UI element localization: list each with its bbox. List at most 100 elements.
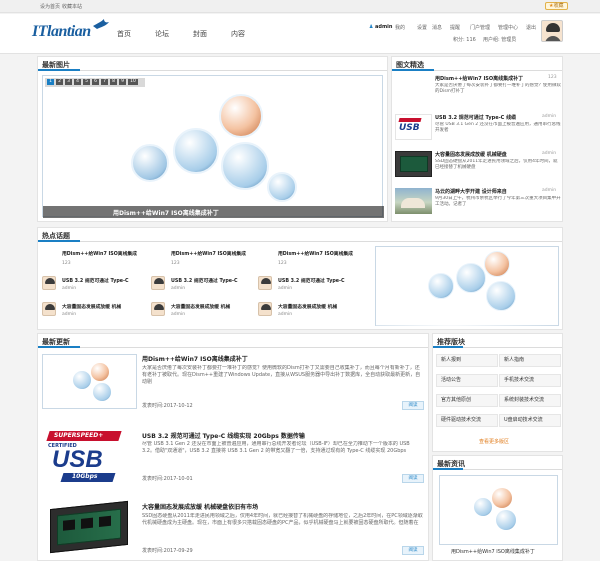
nav-home[interactable]: 首页: [117, 29, 131, 39]
slide-page-3[interactable]: 3: [65, 79, 72, 85]
link-logout[interactable]: 退出: [526, 24, 536, 31]
link-admin-center[interactable]: 管理中心: [498, 24, 518, 31]
hot-topic-title[interactable]: 大容量固态发展成放缓 机械: [62, 303, 157, 310]
bubble-icon: [267, 172, 297, 202]
hot-topic-meta: admin: [171, 286, 186, 291]
featured-thumb[interactable]: [395, 188, 432, 214]
avatar[interactable]: [258, 276, 272, 290]
more-forums-link[interactable]: 查看更多版区: [479, 438, 509, 445]
link-settings[interactable]: 设置: [417, 24, 427, 31]
slide-caption[interactable]: 用Dism++给Win7 ISO离线集成补丁: [113, 208, 219, 217]
slide-page-4[interactable]: 4: [74, 79, 81, 85]
slide-page-2[interactable]: 2: [56, 79, 63, 85]
update-desc: SSD固态硬盘从2011年走进民用领域之后，仅用4年时间，就已经接替了机械硬盘的…: [142, 513, 423, 526]
update-date: 发表时间:2017-09-29: [142, 548, 193, 554]
hot-topic-meta: admin: [171, 312, 186, 317]
update-title[interactable]: USB 3.2 规范可通过 Type-C 线缆实现 20Gbps 数据传输: [142, 431, 305, 440]
latest-info-panel: 最新资讯 用Dism++给Win7 ISO离线集成补丁: [432, 455, 563, 561]
slide-page-5[interactable]: 5: [83, 79, 90, 85]
top-bar: 设为首页 收藏本站 ★收藏: [0, 0, 600, 13]
featured-thumb[interactable]: [395, 151, 432, 177]
hot-topic-title[interactable]: 大容量固态发展成放缓 机械: [171, 303, 266, 310]
read-button[interactable]: 阅读: [402, 546, 424, 555]
hot-topic-meta: admin: [278, 286, 293, 291]
hot-topics-banner[interactable]: [375, 246, 560, 327]
hot-topic-title[interactable]: USB 3.2 规范可通过 Type-C: [171, 277, 266, 284]
forum-tag[interactable]: 活动公告: [436, 374, 498, 387]
slide-page-9[interactable]: 9: [119, 79, 126, 85]
avatar[interactable]: [151, 302, 165, 316]
hot-topic-title[interactable]: 大容量固态发展成放缓 机械: [278, 303, 373, 310]
featured-item-meta: admin: [542, 188, 557, 193]
read-button[interactable]: 阅读: [402, 401, 424, 410]
set-home-link[interactable]: 设为首页: [40, 3, 60, 10]
update-thumb[interactable]: [42, 497, 137, 557]
link-portal-admin[interactable]: 门户管理: [470, 24, 490, 31]
header: ITlantian 首页 论坛 封面 内容 ♟ admin 我的 设置 消息 提…: [0, 14, 600, 54]
slide-page-6[interactable]: 6: [92, 79, 99, 85]
hot-topic-title[interactable]: 用Dism++给Win7 ISO离线集成: [278, 250, 373, 257]
username[interactable]: admin: [375, 24, 392, 30]
latest-info-caption[interactable]: 用Dism++给Win7 ISO离线集成补丁: [451, 548, 535, 555]
bubble-icon: [131, 144, 169, 182]
slide-page-8[interactable]: 8: [110, 79, 117, 85]
link-mine[interactable]: 我的: [395, 24, 405, 31]
hot-topic-title[interactable]: 用Dism++给Win7 ISO离线集成: [171, 250, 279, 257]
forum-tag[interactable]: 硬件驱动技术交流: [436, 414, 498, 427]
forum-tag[interactable]: 手机技术交流: [499, 374, 561, 387]
bird-logo-icon: [93, 19, 109, 29]
favorite-link[interactable]: 收藏本站: [62, 3, 82, 10]
user-group[interactable]: 用户组: 管理员: [483, 36, 516, 43]
featured-item-desc: 9月30日上午，杭州市余杭区举行了今年第三次重大项目集中开工活动。记者了: [435, 196, 561, 207]
featured-item-title[interactable]: 马云的湖畔大学开建 设计师来自: [435, 188, 541, 195]
avatar[interactable]: [42, 302, 56, 316]
nav-content[interactable]: 内容: [231, 29, 245, 39]
featured-item-title[interactable]: 大容量固态发展成放缓 机械硬盘: [435, 151, 541, 158]
forum-tag[interactable]: U盘启动技术交流: [499, 414, 561, 427]
slide-page-1[interactable]: 1: [47, 79, 54, 85]
hot-topic-meta: 123: [62, 261, 71, 266]
site-logo[interactable]: ITlantian: [32, 19, 109, 41]
nav-forum[interactable]: 论坛: [155, 29, 169, 39]
hot-topic-title[interactable]: USB 3.2 规范可通过 Type-C: [278, 277, 373, 284]
forum-tag[interactable]: 新人指南: [499, 354, 561, 367]
latest-updates-panel: 最新更新 用Dism++给Win7 ISO离线集成补丁 大家是否厌倦了每次安装补…: [37, 333, 429, 561]
link-reminders[interactable]: 提醒: [450, 24, 460, 31]
avatar[interactable]: [42, 276, 56, 290]
update-title[interactable]: 大容量固态发展成放缓 机械硬盘依旧有市场: [142, 502, 258, 511]
forum-tag[interactable]: 新人报到: [436, 354, 498, 367]
hot-topic-meta: admin: [62, 286, 77, 291]
forum-tag[interactable]: 官方其他原创: [436, 394, 498, 407]
top-badge[interactable]: ★收藏: [545, 2, 568, 10]
slide-page-7[interactable]: 7: [101, 79, 108, 85]
hot-topic-meta: 123: [278, 261, 287, 266]
recommended-panel: 推荐版块 新人报到 新人指南 活动公告 手机技术交流 官方其他原创 系统封装技术…: [432, 333, 563, 452]
featured-panel: 图文精选 用Dism++给Win7 ISO离线集成补丁 123 大家是否厌倦了每…: [391, 56, 563, 222]
update-title[interactable]: 用Dism++给Win7 ISO离线集成补丁: [142, 354, 248, 363]
featured-thumb[interactable]: [395, 75, 432, 101]
nav-cover[interactable]: 封面: [193, 29, 207, 39]
forum-tag[interactable]: 系统封装技术交流: [499, 394, 561, 407]
avatar[interactable]: [151, 276, 165, 290]
update-thumb[interactable]: [42, 354, 137, 409]
featured-item-title[interactable]: 用Dism++给Win7 ISO离线集成补丁: [435, 75, 547, 82]
featured-thumb[interactable]: USB: [395, 114, 432, 140]
avatar[interactable]: [258, 302, 272, 316]
hot-topic-title[interactable]: USB 3.2 规范可通过 Type-C: [62, 277, 157, 284]
latest-info-image[interactable]: [439, 475, 558, 545]
usb-logo-sub: 10Gbps: [72, 473, 98, 480]
usb-logo-top: SUPERSPEED+: [54, 432, 104, 439]
featured-item-meta: admin: [542, 114, 557, 119]
hot-topic-title[interactable]: 用Dism++给Win7 ISO离线集成: [62, 250, 170, 257]
update-thumb[interactable]: SUPERSPEED+ CERTIFIED USB 10Gbps: [42, 423, 137, 483]
latest-images-panel: 最新图片 1 2 3 4 5 6 7 8 9 10 用Dism++给Win7 I…: [37, 56, 388, 222]
link-messages[interactable]: 消息: [432, 24, 442, 31]
slideshow-image[interactable]: 1 2 3 4 5 6 7 8 9 10 用Dism++给Win7 ISO离线集…: [42, 75, 384, 218]
bubble-icon: [173, 128, 219, 174]
header-avatar[interactable]: [541, 20, 563, 42]
user-points[interactable]: 积分: 116: [453, 36, 476, 43]
featured-item-title[interactable]: USB 3.2 规范可通过 Type-C 线缆: [435, 114, 541, 121]
slide-page-10[interactable]: 10: [128, 79, 138, 85]
read-button[interactable]: 阅读: [402, 474, 424, 483]
bubble-icon: [221, 142, 269, 190]
